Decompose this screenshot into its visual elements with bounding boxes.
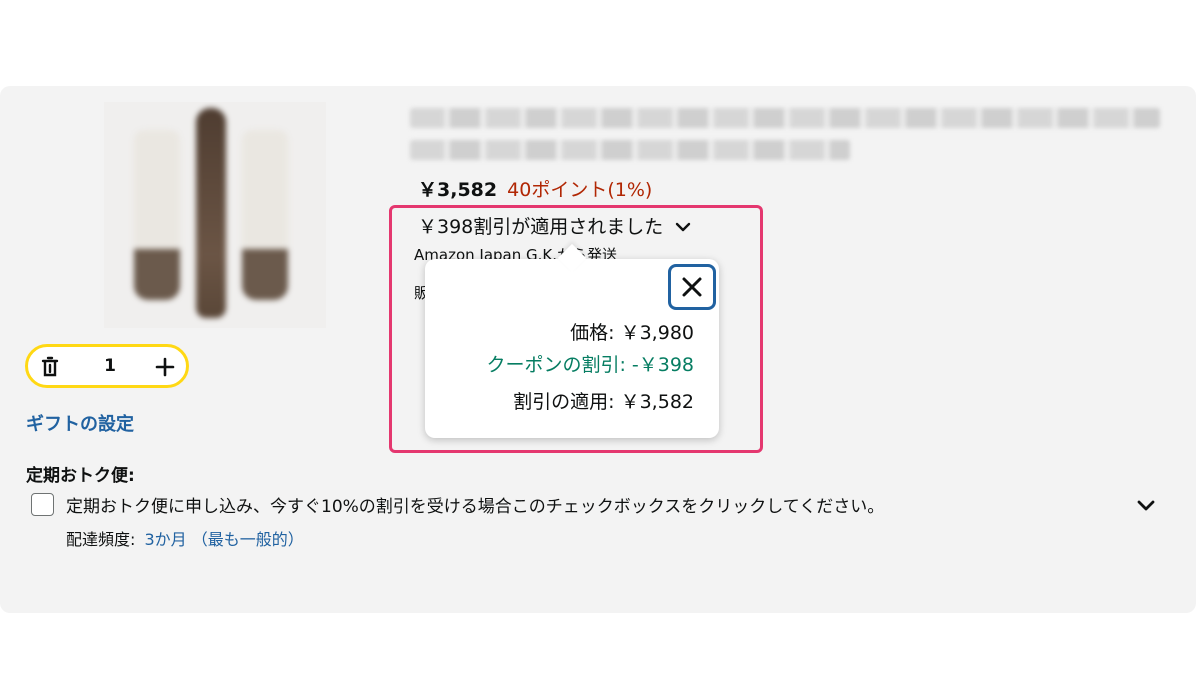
title-line — [410, 140, 850, 160]
product-title-blurred[interactable] — [410, 108, 1160, 170]
plus-icon[interactable] — [154, 356, 176, 378]
quantity-value: 1 — [104, 356, 116, 376]
subscribe-checkbox[interactable] — [31, 493, 54, 516]
delivery-frequency-link[interactable]: 3か月 （最も一般的） — [145, 530, 304, 549]
delivery-frequency-row: 配達頻度: 3か月 （最も一般的） — [66, 526, 304, 550]
product-price: ￥3,582 — [418, 179, 498, 201]
subscribe-checkbox-label[interactable]: 定期おトク便に申し込み、今すぐ10%の割引を受ける場合このチェックボックスをクリ… — [66, 492, 884, 517]
product-tube-center — [196, 108, 226, 318]
title-line — [410, 108, 1160, 128]
highlight-annotation-box — [389, 205, 763, 453]
product-tube-right — [242, 130, 288, 300]
trash-icon[interactable] — [40, 356, 60, 378]
product-tube-left — [134, 130, 180, 300]
delivery-frequency-label: 配達頻度: — [66, 530, 136, 549]
product-points: 40ポイント(1%) — [507, 179, 653, 201]
subscribe-heading: 定期おトク便: — [26, 466, 135, 486]
quantity-stepper[interactable]: 1 — [25, 344, 189, 388]
price-row: ￥3,582 40ポイント(1%) — [418, 175, 652, 202]
chevron-down-icon[interactable] — [1136, 498, 1156, 514]
product-image[interactable] — [104, 102, 326, 328]
gift-settings-link[interactable]: ギフトの設定 — [26, 410, 134, 436]
